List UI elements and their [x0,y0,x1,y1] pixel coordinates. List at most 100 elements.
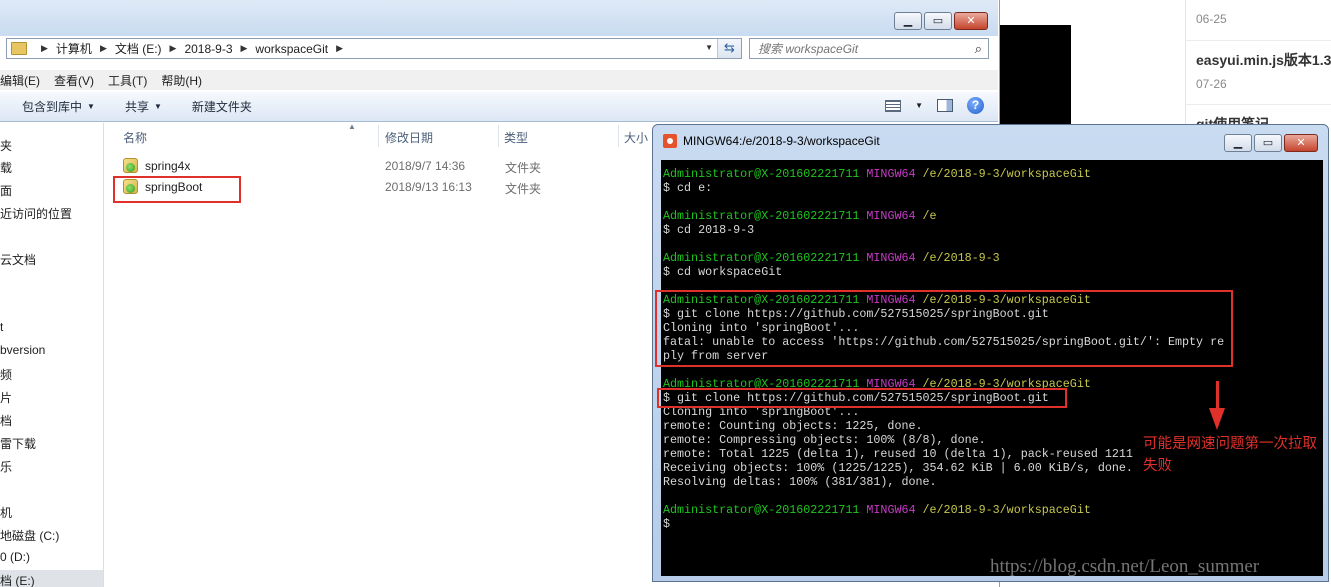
annotation-note: 可能是网速问题第一次拉取失败 [1143,436,1317,474]
divider [1186,104,1331,105]
prompt-env: MINGW64 [859,503,916,517]
chevron-right-icon: ▶ [99,43,107,53]
breadcrumb-2018-9-3[interactable]: 2018-9-3 [184,42,232,56]
highlight-box-failed-clone [655,290,1233,367]
minimize-button[interactable]: ▁ [1224,134,1252,152]
blog-date: 06-25 [1196,12,1227,26]
screenshot-stage: ▁ ▭ ✕ ▶ 计算机 ▶ 文档 (E:) ▶ 2018-9-3 ▶ works… [0,0,1331,587]
column-size[interactable]: 大小 [624,129,648,146]
file-row[interactable]: spring4x 2018/9/7 14:36 文件夹 [118,156,638,176]
highlight-box-springboot [113,176,241,203]
prompt-user: Administrator@X-201602221711 [663,503,860,517]
nav-item-drive-c[interactable]: 地磁盘 (C:) [0,527,59,544]
nav-item-documents[interactable]: 档 [0,412,12,429]
command-bar: 包含到库中 ▼ 共享 ▼ 新建文件夹 ▼ ? [0,92,998,122]
search-box[interactable]: ⌕ [749,38,989,59]
breadcrumb-computer[interactable]: 计算机 [56,40,92,57]
chevron-down-icon[interactable]: ▼ [915,101,923,110]
close-button[interactable]: ✕ [1284,134,1318,152]
terminal-output-line: $ cd workspaceGit [663,265,783,279]
nav-item-t[interactable]: t [0,320,3,334]
file-date: 2018/9/13 16:13 [385,180,472,194]
include-in-library-button[interactable]: 包含到库中 ▼ [22,98,95,115]
background-dark-panel [1000,25,1071,125]
watermark: https://blog.csdn.net/Leon_summer [990,556,1260,577]
terminal-prompt-line: Administrator@X-201602221711 MINGW64 /e/… [663,167,1091,181]
navigation-pane: 夹 载 面 近访问的位置 云文档 t bversion 频 片 档 雷下载 乐 … [0,123,104,587]
file-name: spring4x [145,159,191,173]
menu-view[interactable]: 查看(V) [54,72,94,89]
blog-post-link[interactable]: easyui.min.js版本1.3 [1196,50,1331,70]
nav-item-cloud-docs[interactable]: 云文档 [0,251,36,268]
arrow-down-icon [1209,408,1225,430]
chevron-down-icon: ▼ [87,102,95,111]
column-type[interactable]: 类型 [504,129,528,146]
highlight-box-second-clone [657,388,1067,408]
terminal-window-controls: ▁ ▭ ✕ [1224,134,1318,152]
nav-item-drive-e[interactable]: 档 (E:) [0,570,103,587]
nav-item-pictures[interactable]: 片 [0,389,12,406]
terminal-prompt-line: Administrator@X-201602221711 MINGW64 /e/… [663,503,1091,517]
nav-item-downloads[interactable]: 载 [0,159,12,176]
nav-item-music[interactable]: 乐 [0,458,12,475]
menu-edit[interactable]: 编辑(E) [0,72,40,89]
maximize-button[interactable]: ▭ [924,12,952,30]
column-name[interactable]: 名称 [123,129,147,146]
chevron-right-icon: ▶ [240,43,248,53]
nav-item-recent[interactable]: 近访问的位置 [0,205,72,222]
column-divider[interactable] [498,125,499,147]
maximize-button[interactable]: ▭ [1254,134,1282,152]
share-button[interactable]: 共享 ▼ [125,98,162,115]
column-divider[interactable] [618,125,619,147]
prompt-env: MINGW64 [859,251,916,265]
terminal-output[interactable]: Administrator@X-201602221711 MINGW64 /e/… [661,160,1323,576]
terminal-output-line: remote: Total 1225 (delta 1), reused 10 … [663,447,1133,461]
terminal-output-line: Receiving objects: 100% (1225/1225), 354… [663,461,1133,475]
close-button[interactable]: ✕ [954,12,988,30]
folder-icon [11,42,27,55]
new-folder-label: 新建文件夹 [191,100,252,114]
view-mode-icon[interactable] [885,99,902,112]
prompt-user: Administrator@X-201602221711 [663,251,860,265]
search-input[interactable] [758,41,958,56]
column-date[interactable]: 修改日期 [385,129,433,146]
nav-item-desktop[interactable]: 面 [0,182,12,199]
nav-item-thunder-downloads[interactable]: 雷下载 [0,435,36,452]
blog-sidebar: 06-25 easyui.min.js版本1.3 07-26 git使用笔记 [1185,0,1331,140]
search-icon[interactable]: ⌕ [975,41,982,57]
prompt-env: MINGW64 [859,167,916,181]
nav-item-drive-d[interactable]: 0 (D:) [0,550,30,564]
terminal-prompt-line: Administrator@X-201602221711 MINGW64 /e/… [663,251,1000,265]
nav-item-favorites[interactable]: 夹 [0,137,12,154]
menu-help[interactable]: 帮助(H) [161,72,202,89]
new-folder-button[interactable]: 新建文件夹 [192,98,252,115]
chevron-right-icon: ▶ [169,43,177,53]
prompt-env: MINGW64 [859,209,916,223]
menu-tools[interactable]: 工具(T) [108,72,147,89]
menu-bar: 编辑(E) 查看(V) 工具(T) 帮助(H) [0,70,998,90]
terminal-output-line: remote: Counting objects: 1225, done. [663,419,923,433]
prompt-path: /e/2018-9-3/workspaceGit [915,167,1091,181]
nav-item-subversion[interactable]: bversion [0,343,45,357]
terminal-title: MINGW64:/e/2018-9-3/workspaceGit [683,134,880,148]
chevron-down-icon[interactable]: ▼ [705,43,713,52]
refresh-icon[interactable]: ⇆ [717,39,741,58]
terminal-output-line: Resolving deltas: 100% (381/381), done. [663,475,937,489]
preview-pane-icon[interactable] [937,99,953,112]
annotation-arrow [1216,381,1219,411]
breadcrumb-drive-e[interactable]: 文档 (E:) [115,40,162,57]
file-type: 文件夹 [505,161,542,175]
explorer-window-controls: ▁ ▭ ✕ [894,12,988,30]
prompt-path: /e [915,209,937,223]
breadcrumb-workspacegit[interactable]: workspaceGit [255,42,328,56]
terminal-output-line: remote: Compressing objects: 100% (8/8),… [663,433,986,447]
address-bar[interactable]: ▶ 计算机 ▶ 文档 (E:) ▶ 2018-9-3 ▶ workspaceGi… [6,38,742,59]
nav-item-videos[interactable]: 频 [0,366,12,383]
file-type: 文件夹 [505,182,542,196]
chevron-right-icon: ▶ [41,43,48,53]
minimize-button[interactable]: ▁ [894,12,922,30]
git-folder-icon [123,158,138,173]
column-divider[interactable] [378,125,379,147]
help-icon[interactable]: ? [967,97,984,114]
nav-item-computer[interactable]: 机 [0,504,12,521]
